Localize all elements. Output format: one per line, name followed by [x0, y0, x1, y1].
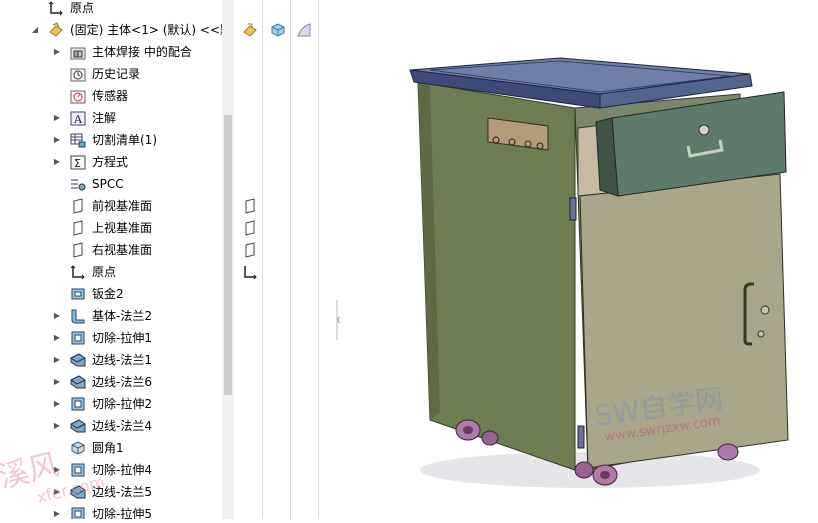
collapse-arrow-icon[interactable]: ▶ [52, 503, 62, 519]
part-icon[interactable] [242, 22, 258, 38]
tree-item-label: 边线-法兰6 [92, 375, 152, 389]
plane-icon [73, 220, 83, 236]
tree-item[interactable]: SPCC [0, 173, 222, 195]
tree-item[interactable]: ▶ A 注解 [0, 107, 222, 129]
feature-tree: 原点 ◢ (固定) 主体<1> (默认) <<默 ▶ 主体焊接 中的配合 历史记录传感器 ▶… [0, 0, 222, 519]
tree-item[interactable]: ▶ 边线-法兰1 [0, 349, 222, 371]
tree-item[interactable]: ▶ Σ 方程式 [0, 151, 222, 173]
svg-text:Σ: Σ [74, 157, 81, 170]
cutlist-icon [70, 133, 86, 148]
collapse-arrow-icon[interactable]: ▶ [52, 107, 62, 129]
collapse-arrow-icon[interactable]: ▶ [52, 327, 62, 349]
plane-icon [73, 242, 83, 258]
appearance-icon[interactable] [270, 22, 286, 38]
collapse-arrow-icon[interactable]: ▶ [52, 393, 62, 415]
tree-item[interactable]: ◢ (固定) 主体<1> (默认) <<默 [0, 19, 222, 41]
origin-icon [244, 266, 257, 280]
part-icon [49, 22, 63, 37]
tree-item[interactable]: ▶ 边线-法兰6 [0, 371, 222, 393]
tree-item[interactable]: 前视基准面 [0, 195, 222, 217]
column-divider [290, 0, 291, 519]
collapse-arrow-icon[interactable]: ▶ [52, 129, 62, 151]
tree-item-label: 切除-拉伸2 [92, 397, 152, 411]
column-divider [318, 0, 319, 519]
annotation-icon: A [70, 111, 86, 126]
tree-item-label: 注解 [92, 111, 117, 125]
tree-item-label: 边线-法兰4 [92, 419, 152, 433]
scrollbar-thumb[interactable] [224, 115, 232, 395]
tree-item-label: SPCC [92, 177, 124, 191]
tree-item[interactable]: ▶ 主体焊接 中的配合 [0, 41, 222, 63]
base-flange-icon [71, 309, 85, 324]
tree-item-label: 基体-法兰2 [92, 309, 152, 323]
tree-item-label: 主体焊接 中的配合 [92, 45, 192, 59]
scene-icon[interactable] [296, 22, 312, 38]
expand-arrow-icon[interactable]: ◢ [30, 19, 40, 41]
config-columns [234, 0, 340, 519]
tree-item-label: 历史记录 [92, 67, 141, 81]
tree-item-label: 右视基准面 [92, 243, 153, 257]
plane-icon [73, 198, 83, 214]
edge-flange-icon [70, 353, 86, 367]
sheetmetal-icon [71, 288, 85, 300]
tree-item-label: 传感器 [92, 89, 129, 103]
tree-item[interactable]: ▶ 切除-拉伸1 [0, 327, 222, 349]
history-icon [70, 68, 86, 82]
cut-extrude-icon [71, 507, 85, 519]
tree-item-label: 圆角1 [92, 441, 124, 455]
tree-item-label: 前视基准面 [92, 199, 153, 213]
tree-item[interactable]: ▶ 基体-法兰2 [0, 305, 222, 327]
origin-icon [48, 1, 63, 16]
tree-scrollbar[interactable] [222, 0, 234, 519]
plane-icon [245, 242, 255, 258]
cut-extrude-icon [71, 397, 85, 411]
tree-item-label: 切除-拉伸1 [92, 331, 152, 345]
tree-item[interactable]: 历史记录 [0, 63, 222, 85]
column-divider [262, 0, 263, 519]
collapse-arrow-icon[interactable]: ▶ [52, 415, 62, 437]
tree-item[interactable]: 钣金2 [0, 283, 222, 305]
edge-flange-icon [70, 419, 86, 433]
tree-item[interactable]: ▶ 边线-法兰4 [0, 415, 222, 437]
svg-text:A: A [73, 113, 83, 126]
mates-folder-icon [70, 47, 86, 60]
collapse-arrow-icon[interactable]: ▶ [52, 151, 62, 173]
tree-item[interactable]: 原点 [0, 261, 222, 283]
tree-item-label: 上视基准面 [92, 221, 153, 235]
collapse-arrow-icon[interactable]: ▶ [52, 349, 62, 371]
tree-item-label: 切割清单(1) [92, 133, 157, 147]
tree-item[interactable]: ▶ 切除-拉伸2 [0, 393, 222, 415]
plane-icon [245, 220, 255, 236]
tree-item[interactable]: 上视基准面 [0, 217, 222, 239]
tree-item-label: 边线-法兰1 [92, 353, 152, 367]
tree-item[interactable]: 传感器 [0, 85, 222, 107]
tree-item-label: 切除-拉伸5 [92, 507, 152, 519]
tree-item-label: 原点 [92, 265, 117, 279]
material-icon [71, 179, 86, 191]
plane-icon [245, 198, 255, 214]
tree-item-label: (固定) 主体<1> (默认) <<默 [70, 23, 222, 37]
fillet-icon [71, 441, 85, 455]
tree-item[interactable]: ▶ 切割清单(1) [0, 129, 222, 151]
collapse-arrow-icon[interactable]: ▶ [52, 371, 62, 393]
tree-item[interactable]: 原点 [0, 0, 222, 19]
tree-item-label: 原点 [70, 1, 95, 15]
cut-extrude-icon [71, 331, 85, 345]
origin-icon [70, 265, 85, 280]
collapse-arrow-icon[interactable]: ▶ [52, 41, 62, 63]
equation-icon: Σ [70, 155, 86, 170]
graphics-viewport[interactable] [340, 0, 818, 519]
tree-item-label: 钣金2 [92, 287, 124, 301]
collapse-arrow-icon[interactable]: ▶ [52, 305, 62, 327]
tree-item-label: 方程式 [92, 155, 129, 169]
sensor-icon [70, 90, 86, 104]
edge-flange-icon [70, 375, 86, 389]
tree-item[interactable]: 右视基准面 [0, 239, 222, 261]
tree-item[interactable]: ▶ 切除-拉伸5 [0, 503, 222, 519]
cabinet-model [409, 57, 789, 488]
